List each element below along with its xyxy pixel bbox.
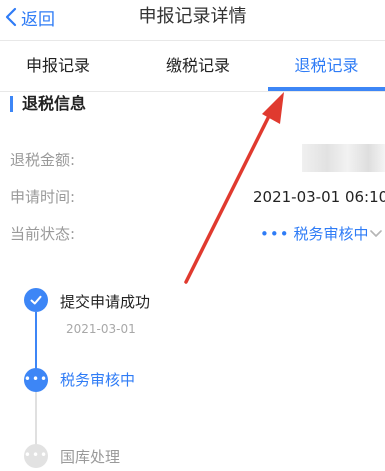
status-text: 税务审核中 [293, 225, 369, 243]
apply-time-label: 申请时间: [10, 188, 76, 206]
tab-payment-records[interactable]: 缴税记录 [148, 41, 248, 91]
section-accent-bar [10, 96, 13, 112]
page-title: 申报记录详情 [138, 6, 247, 27]
ellipsis-icon: ••• [23, 371, 49, 386]
tab-declaration-records[interactable]: 申报记录 [8, 41, 108, 91]
active-tab-indicator [268, 87, 385, 91]
status-label: 当前状态: [10, 225, 76, 243]
refund-amount-label: 退税金额: [10, 151, 76, 169]
check-icon [30, 295, 42, 305]
timeline-node-pending: ••• [24, 444, 48, 468]
ellipsis-icon: ••• [23, 447, 49, 462]
tab-refund-records[interactable]: 退税记录 [268, 41, 385, 91]
refund-amount-value-blurred [302, 144, 385, 172]
section-title: 退税信息 [22, 94, 87, 113]
apply-time-value: 2021-03-01 06:10 [253, 188, 385, 206]
tab-bar: 申报记录 缴税记录 退税记录 [0, 40, 385, 92]
chevron-down-icon[interactable] [370, 229, 382, 239]
timeline-step-2-label: 税务审核中 [60, 371, 136, 389]
status-value[interactable]: ••• 税务审核中 [260, 223, 369, 245]
timeline-step-1-label: 提交申请成功 [60, 293, 151, 311]
timeline-step-3-label: 国库处理 [60, 448, 121, 466]
timeline-node-done [24, 288, 48, 312]
nav-bar: 返回 申报记录详情 [0, 0, 385, 38]
timeline-step-1-date: 2021-03-01 [66, 322, 136, 336]
timeline-node-current: ••• [24, 368, 48, 392]
status-ellipsis: ••• [260, 225, 290, 243]
